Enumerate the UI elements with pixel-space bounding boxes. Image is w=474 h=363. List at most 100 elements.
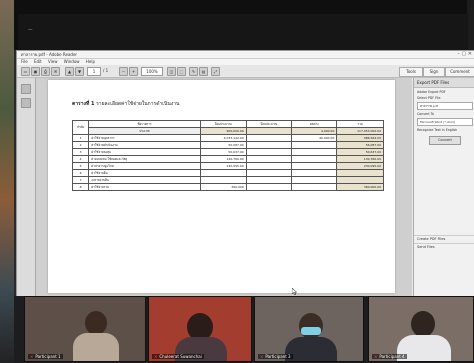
table-row: 7 งบรายจ่ายอื่น (71, 176, 384, 184)
convert-to-select[interactable]: Microsoft Word (*.docx) (417, 118, 473, 126)
row-value: 360,000 (199, 183, 247, 191)
row-value (245, 169, 293, 177)
participant-name: ✕ Chuleerat Suwanchai (152, 354, 204, 359)
mic-muted-icon: ✕ (374, 354, 378, 359)
convert-to-label: Convert To (417, 112, 434, 116)
table-row: 5 ค่าสาธารณูปโภค 230,095.00 230,095.00 (71, 162, 384, 170)
highlight-icon[interactable]: ▤ (199, 67, 208, 76)
select-file-label: Select PDF File (417, 96, 441, 100)
face-mask (301, 327, 321, 335)
participant-head (411, 311, 435, 337)
row-total: 986,564.00 (336, 134, 384, 142)
pane-spacer (414, 145, 474, 235)
document-heading: ตารางที่ 1 รายละเอียดค่าใช้จ่ายในการดำเน… (72, 100, 179, 108)
tab-sign[interactable]: Sign (423, 67, 445, 77)
menu-edit[interactable]: Edit (34, 59, 42, 64)
participant-tile[interactable]: ✕ Chuleerat Suwanchai (148, 296, 252, 362)
print-icon[interactable]: ⎙ (41, 67, 50, 76)
row-name: ค่าใช้จ่ายรวม (88, 183, 201, 191)
fit-page-icon[interactable]: ◫ (167, 67, 176, 76)
pdf-reader-window: ศาลาราย.pdf - Adobe Reader – ▢ ✕ File Ed… (16, 50, 474, 298)
row-name: ค่าตอบแทน ใช้สอยและวัสดุ (88, 155, 201, 163)
convert-button[interactable]: Convert (429, 136, 461, 145)
pdf-page: ตารางที่ 1 รายละเอียดค่าใช้จ่ายในการดำเน… (48, 80, 395, 293)
menu-help[interactable]: Help (86, 59, 95, 64)
row-number: 2 (71, 141, 90, 149)
row-value (199, 169, 247, 177)
row-value (245, 183, 293, 191)
table-row: 3 ค่าใช้จ่ายลงทุน 50,637.00 50,637.00 (71, 148, 384, 156)
row-name: ค่าใช้จ่ายบุคลากร (88, 134, 201, 142)
page-thumbnails-icon[interactable] (21, 84, 31, 94)
table-header-cell: ชื่อรายการ (88, 120, 201, 128)
zoom-out-icon[interactable]: − (119, 67, 128, 76)
row-name: ค่าใช้จ่ายดำเนินงาน (88, 141, 201, 149)
meeting-banner (18, 14, 468, 50)
row-value (245, 134, 293, 142)
table-total-cell: 4,000.00 (291, 127, 338, 135)
table-header-cell: รวม (336, 120, 384, 128)
recognize-text-option[interactable]: Recognize Text in English (417, 128, 473, 132)
document-viewport[interactable]: ตารางที่ 1 รายละเอียดค่าใช้จ่ายในการดำเน… (36, 78, 412, 297)
row-value (291, 148, 338, 156)
row-number: 8 (71, 183, 90, 191)
tab-tools[interactable]: Tools (399, 67, 423, 77)
selected-file-field[interactable]: ศาลาราย.pdf (417, 102, 473, 110)
table-row: 2 ค่าใช้จ่ายดำเนินงาน 50,087.00 56,087.00 (71, 141, 384, 149)
table-row: 6 ค่าใช้จ่ายอื่น (71, 169, 384, 177)
budget-table: ลำดับ ชื่อรายการ ปีงบประมาณ ปีงบประมาณ ผ… (71, 120, 384, 191)
mic-muted-icon: ✕ (154, 354, 158, 359)
open-icon[interactable]: ▭ (21, 67, 30, 76)
tab-comment[interactable]: Comment (445, 67, 474, 77)
row-total (336, 176, 384, 184)
save-icon[interactable]: ▣ (31, 67, 40, 76)
fit-width-icon[interactable]: ⬚ (177, 67, 186, 76)
row-total (336, 169, 384, 177)
menu-file[interactable]: File (21, 59, 28, 64)
table-total-cell: 900,000.00 (199, 127, 247, 135)
participant-head (299, 313, 323, 339)
row-number: 1 (71, 134, 90, 142)
row-number: 5 (71, 162, 90, 170)
menu-view[interactable]: View (48, 59, 58, 64)
row-name: ค่าสาธารณูปโภค (88, 162, 201, 170)
participant-name: ✕ Participant 1 (28, 354, 63, 359)
tools-pane: Export PDF Files Adobe Export PDF Select… (413, 78, 474, 297)
expand-icon[interactable]: ⤢ (211, 67, 220, 76)
mouse-cursor-icon (292, 288, 298, 295)
prev-page-icon[interactable]: ▲ (65, 67, 74, 76)
zoom-field[interactable]: 100% (141, 67, 163, 76)
page-number-field[interactable]: 1 (87, 67, 101, 76)
pane-header[interactable]: Export PDF Files (414, 78, 474, 88)
reader-toolbar: ▭ ▣ ⎙ ✉ ▲ ▼ 1 / 1 − + 100% ◫ ⬚ ✎ ▤ ⤢ Too… (17, 65, 474, 78)
zoom-in-icon[interactable]: + (129, 67, 138, 76)
next-page-icon[interactable]: ▼ (75, 67, 84, 76)
reader-titlebar: ศาลาราย.pdf - Adobe Reader – ▢ ✕ (17, 51, 474, 59)
row-value: 40,000.00 (291, 134, 338, 142)
row-value: 140,760.00 (199, 155, 247, 163)
mic-muted-icon: ✕ (30, 354, 34, 359)
row-number: 3 (71, 148, 90, 156)
window-controls[interactable]: – ▢ ✕ (457, 51, 472, 58)
row-value: 50,087.00 (199, 141, 247, 149)
participant-tile[interactable]: ✕ Participant 3 (254, 296, 364, 362)
email-icon[interactable]: ✉ (51, 67, 60, 76)
comment-icon[interactable]: ✎ (189, 67, 198, 76)
participant-body (285, 337, 337, 361)
row-value (199, 176, 247, 184)
reader-title: ศาลาราย.pdf - Adobe Reader (21, 52, 78, 57)
row-name: ค่าใช้จ่ายอื่น (88, 169, 201, 177)
create-pdf-section[interactable]: Create PDF Files (414, 235, 474, 243)
participant-tile[interactable]: ✕ Participant 4 (368, 296, 474, 362)
attachments-icon[interactable] (21, 98, 31, 108)
row-name: งบรายจ่ายอื่น (88, 176, 201, 184)
participant-tile[interactable]: ✕ Participant 1 (24, 296, 146, 362)
row-value (291, 176, 338, 184)
row-value (245, 176, 293, 184)
menu-window[interactable]: Window (64, 59, 80, 64)
row-value (291, 162, 338, 170)
row-total: 130,760.00 (336, 155, 384, 163)
row-total: 230,095.00 (336, 162, 384, 170)
row-value (291, 141, 338, 149)
send-files-section[interactable]: Send Files (414, 243, 474, 251)
